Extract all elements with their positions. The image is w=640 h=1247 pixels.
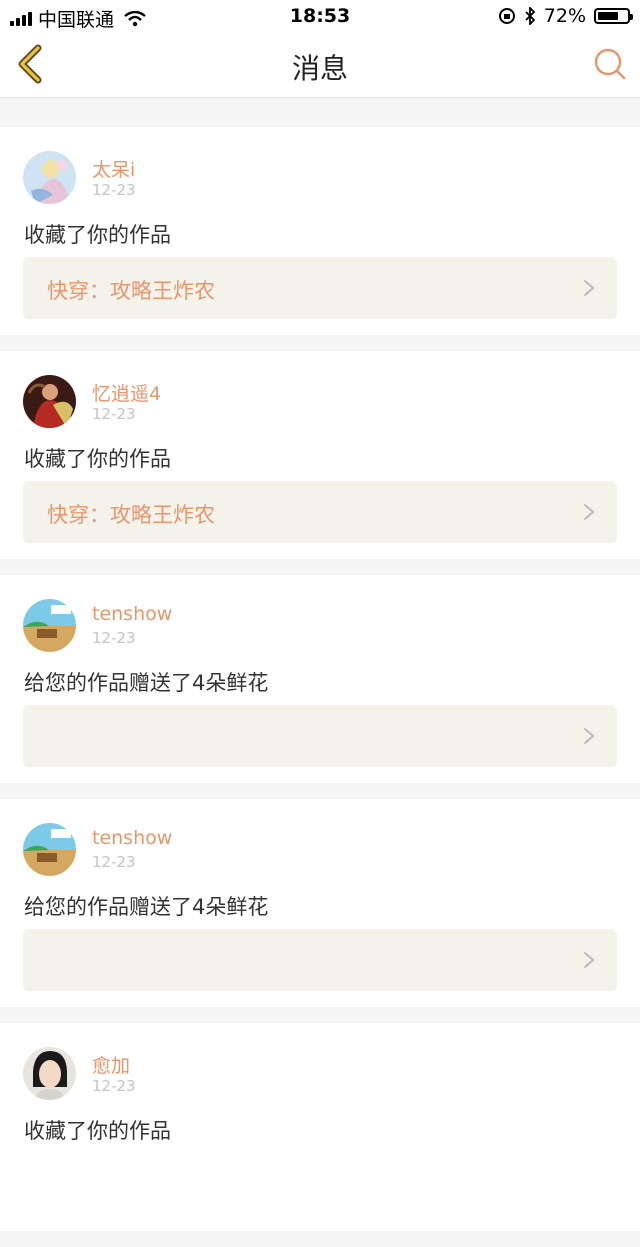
work-title: 快穿：攻略王炸农 — [47, 279, 215, 303]
chevron-right-icon — [584, 504, 595, 520]
message-date: 12-23 — [92, 405, 136, 423]
message-date: 12-23 — [92, 853, 136, 871]
username[interactable]: 太呆i — [92, 155, 135, 182]
battery-percent: 72% — [543, 5, 586, 27]
message-list: 太呆i 12-23 收藏了你的作品 快穿：攻略王炸农 忆逍遥4 12-23 收藏… — [0, 127, 640, 1247]
chevron-right-icon — [584, 952, 595, 968]
message-text: 给您的作品赠送了4朵鲜花 — [24, 895, 269, 919]
status-bar: 中国联通 18:53 72% — [0, 0, 640, 32]
avatar[interactable] — [23, 1047, 76, 1100]
nav-bar: 消息 — [0, 32, 640, 98]
username[interactable]: tenshow — [92, 827, 172, 849]
orientation-lock-icon — [498, 8, 515, 24]
battery-icon — [594, 8, 633, 24]
work-title: 快穿：攻略王炸农 — [47, 503, 215, 527]
page-title: 消息 — [291, 52, 348, 85]
chevron-right-icon — [584, 728, 595, 744]
message-text: 收藏了你的作品 — [24, 223, 171, 247]
message-card: 太呆i 12-23 收藏了你的作品 快穿：攻略王炸农 — [0, 127, 640, 335]
username[interactable]: 愈加 — [92, 1051, 130, 1078]
avatar[interactable] — [23, 375, 76, 428]
username[interactable]: tenshow — [92, 603, 172, 625]
message-text: 给您的作品赠送了4朵鲜花 — [24, 671, 269, 695]
work-link[interactable] — [23, 705, 617, 767]
work-link[interactable]: 快穿：攻略王炸农 — [23, 481, 617, 543]
message-card: 愈加 12-23 收藏了你的作品 — [0, 1023, 640, 1231]
search-button[interactable] — [592, 46, 628, 82]
search-icon — [594, 48, 626, 80]
avatar[interactable] — [23, 823, 76, 876]
message-text: 收藏了你的作品 — [24, 1119, 171, 1143]
avatar[interactable] — [23, 151, 76, 204]
battery-fill — [598, 12, 619, 20]
chevron-right-icon — [584, 280, 595, 296]
work-link[interactable] — [23, 929, 617, 991]
message-card: 忆逍遥4 12-23 收藏了你的作品 快穿：攻略王炸农 — [0, 351, 640, 559]
message-card: tenshow 12-23 给您的作品赠送了4朵鲜花 — [0, 575, 640, 783]
message-date: 12-23 — [92, 181, 136, 199]
message-card: tenshow 12-23 给您的作品赠送了4朵鲜花 — [0, 799, 640, 1007]
status-right: 72% — [498, 5, 633, 27]
work-link[interactable]: 快穿：攻略王炸农 — [23, 257, 617, 319]
username[interactable]: 忆逍遥4 — [92, 379, 161, 406]
avatar[interactable] — [23, 599, 76, 652]
bluetooth-icon — [525, 7, 536, 25]
message-text: 收藏了你的作品 — [24, 447, 171, 471]
message-date: 12-23 — [92, 629, 136, 647]
message-date: 12-23 — [92, 1077, 136, 1095]
